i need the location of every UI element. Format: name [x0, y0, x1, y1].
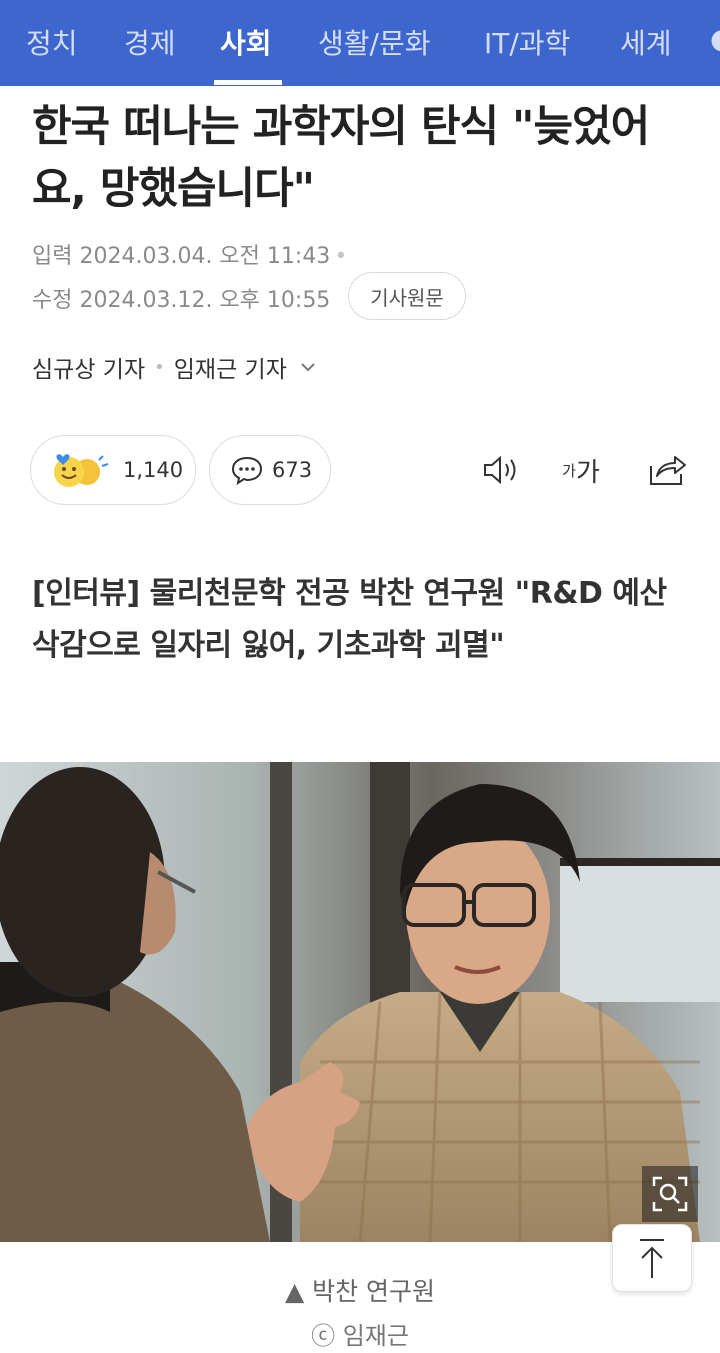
- emoji-reaction-icon: [54, 454, 109, 487]
- article-title: 한국 떠나는 과학자의 탄식 "늦었어요, 망했습니다": [32, 102, 650, 214]
- chevron-down-icon: [301, 363, 315, 372]
- comments-count: 673: [272, 458, 313, 482]
- photo-zoom-button[interactable]: [642, 1166, 698, 1222]
- input-time: 2024.03.04. 오전 11:43: [79, 244, 331, 269]
- speech-bubble-icon: [231, 456, 263, 486]
- audio-button[interactable]: [478, 447, 524, 493]
- tab-overflow-partial[interactable]: ●: [710, 22, 720, 55]
- font-size-icon: 가: [562, 461, 576, 480]
- tab-it-science[interactable]: IT/과학: [484, 22, 570, 62]
- reactions-count: 1,140: [123, 458, 184, 482]
- comments-button[interactable]: 673: [209, 435, 331, 505]
- tab-economy[interactable]: 경제: [124, 22, 176, 62]
- tab-society[interactable]: 사회: [220, 22, 272, 62]
- interview-photo-illustration: [0, 762, 720, 1242]
- reporter-name: 임재근 기자: [173, 357, 287, 383]
- modified-time-line: 수정 2024.03.12. 오후 10:55: [32, 282, 330, 314]
- share-button[interactable]: [644, 447, 690, 493]
- photo-caption: ▲ 박찬 연구원: [284, 1277, 436, 1306]
- speaker-icon: [484, 455, 516, 485]
- reporter-byline[interactable]: 심규상 기자 • 임재근 기자: [32, 350, 317, 384]
- original-article-button[interactable]: 기사원문: [348, 272, 466, 320]
- photo-credit: ⓒ 임재근: [311, 1322, 409, 1350]
- category-nav: 정치 경제 사회 생활/문화 IT/과학 세계 ●: [0, 0, 720, 86]
- reactions-button[interactable]: 1,140: [30, 435, 196, 505]
- active-tab-indicator: [214, 80, 282, 85]
- font-size-button[interactable]: 가가: [552, 447, 610, 493]
- tab-life-culture[interactable]: 생활/문화: [318, 22, 430, 62]
- input-label: 입력: [32, 244, 73, 269]
- share-icon: [650, 456, 686, 485]
- zoom-magnifier-icon: [652, 1176, 688, 1212]
- modified-label: 수정: [32, 288, 73, 313]
- article-subtitle: [인터뷰] 물리천문학 전공 박찬 연구원 "R&D 예산 삭감으로 일자리 잃…: [32, 576, 667, 663]
- tab-world[interactable]: 세계: [620, 22, 672, 62]
- article-photo[interactable]: [0, 762, 720, 1242]
- reporter-separator: •: [154, 356, 165, 378]
- modified-time: 2024.03.12. 오후 10:55: [79, 288, 331, 313]
- reporter-name: 심규상 기자: [32, 357, 146, 383]
- meta-dot: •: [334, 244, 348, 269]
- font-size-icon-large: 가: [575, 457, 600, 488]
- tab-politics[interactable]: 정치: [26, 22, 78, 62]
- input-time-line: 입력 2024.03.04. 오전 11:43 •: [32, 238, 347, 270]
